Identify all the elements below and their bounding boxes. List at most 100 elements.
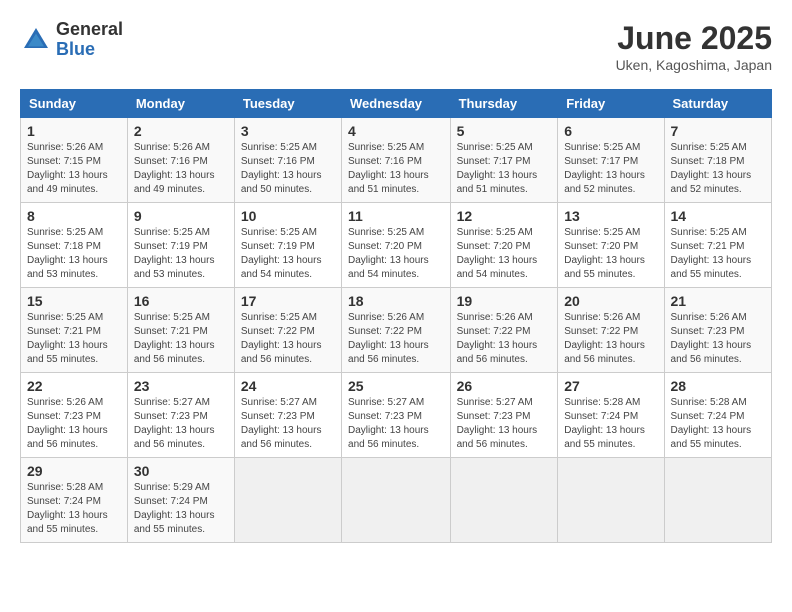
logo-blue-label: Blue xyxy=(56,40,123,60)
table-row: 16 Sunrise: 5:25 AM Sunset: 7:21 PM Dayl… xyxy=(127,288,234,373)
header-monday: Monday xyxy=(127,90,234,118)
day-info: Sunrise: 5:25 AM Sunset: 7:17 PM Dayligh… xyxy=(564,141,657,197)
table-row: 10 Sunrise: 5:25 AM Sunset: 7:19 PM Dayl… xyxy=(234,203,341,288)
day-number: 20 xyxy=(564,293,657,309)
header-saturday: Saturday xyxy=(664,90,771,118)
logo-general-label: General xyxy=(56,20,123,40)
day-info: Sunrise: 5:25 AM Sunset: 7:17 PM Dayligh… xyxy=(457,141,552,197)
day-number: 6 xyxy=(564,123,657,139)
day-info: Sunrise: 5:29 AM Sunset: 7:24 PM Dayligh… xyxy=(134,481,228,537)
table-row: 11 Sunrise: 5:25 AM Sunset: 7:20 PM Dayl… xyxy=(342,203,451,288)
day-info: Sunrise: 5:26 AM Sunset: 7:22 PM Dayligh… xyxy=(564,311,657,367)
day-info: Sunrise: 5:25 AM Sunset: 7:21 PM Dayligh… xyxy=(671,226,765,282)
table-row: 28 Sunrise: 5:28 AM Sunset: 7:24 PM Dayl… xyxy=(664,373,771,458)
table-row xyxy=(558,458,664,543)
day-number: 25 xyxy=(348,378,444,394)
day-number: 23 xyxy=(134,378,228,394)
day-number: 16 xyxy=(134,293,228,309)
table-row: 18 Sunrise: 5:26 AM Sunset: 7:22 PM Dayl… xyxy=(342,288,451,373)
day-info: Sunrise: 5:25 AM Sunset: 7:18 PM Dayligh… xyxy=(671,141,765,197)
day-info: Sunrise: 5:28 AM Sunset: 7:24 PM Dayligh… xyxy=(27,481,121,537)
day-info: Sunrise: 5:25 AM Sunset: 7:16 PM Dayligh… xyxy=(241,141,335,197)
day-number: 27 xyxy=(564,378,657,394)
day-info: Sunrise: 5:26 AM Sunset: 7:23 PM Dayligh… xyxy=(27,396,121,452)
page-header: General Blue June 2025 Uken, Kagoshima, … xyxy=(20,20,772,73)
table-row: 21 Sunrise: 5:26 AM Sunset: 7:23 PM Dayl… xyxy=(664,288,771,373)
day-number: 12 xyxy=(457,208,552,224)
header-friday: Friday xyxy=(558,90,664,118)
day-number: 30 xyxy=(134,463,228,479)
calendar-week-row: 22 Sunrise: 5:26 AM Sunset: 7:23 PM Dayl… xyxy=(21,373,772,458)
table-row: 24 Sunrise: 5:27 AM Sunset: 7:23 PM Dayl… xyxy=(234,373,341,458)
day-info: Sunrise: 5:26 AM Sunset: 7:16 PM Dayligh… xyxy=(134,141,228,197)
table-row: 23 Sunrise: 5:27 AM Sunset: 7:23 PM Dayl… xyxy=(127,373,234,458)
day-number: 7 xyxy=(671,123,765,139)
logo-text: General Blue xyxy=(56,20,123,60)
table-row: 17 Sunrise: 5:25 AM Sunset: 7:22 PM Dayl… xyxy=(234,288,341,373)
day-info: Sunrise: 5:25 AM Sunset: 7:19 PM Dayligh… xyxy=(134,226,228,282)
title-section: June 2025 Uken, Kagoshima, Japan xyxy=(616,20,772,73)
header-tuesday: Tuesday xyxy=(234,90,341,118)
header-sunday: Sunday xyxy=(21,90,128,118)
day-info: Sunrise: 5:25 AM Sunset: 7:21 PM Dayligh… xyxy=(134,311,228,367)
table-row: 26 Sunrise: 5:27 AM Sunset: 7:23 PM Dayl… xyxy=(450,373,558,458)
calendar-header-row: Sunday Monday Tuesday Wednesday Thursday… xyxy=(21,90,772,118)
day-info: Sunrise: 5:27 AM Sunset: 7:23 PM Dayligh… xyxy=(241,396,335,452)
day-info: Sunrise: 5:26 AM Sunset: 7:23 PM Dayligh… xyxy=(671,311,765,367)
table-row: 2 Sunrise: 5:26 AM Sunset: 7:16 PM Dayli… xyxy=(127,118,234,203)
day-number: 10 xyxy=(241,208,335,224)
day-number: 22 xyxy=(27,378,121,394)
table-row: 7 Sunrise: 5:25 AM Sunset: 7:18 PM Dayli… xyxy=(664,118,771,203)
table-row: 6 Sunrise: 5:25 AM Sunset: 7:17 PM Dayli… xyxy=(558,118,664,203)
table-row: 19 Sunrise: 5:26 AM Sunset: 7:22 PM Dayl… xyxy=(450,288,558,373)
day-number: 4 xyxy=(348,123,444,139)
day-number: 3 xyxy=(241,123,335,139)
header-thursday: Thursday xyxy=(450,90,558,118)
table-row: 20 Sunrise: 5:26 AM Sunset: 7:22 PM Dayl… xyxy=(558,288,664,373)
location: Uken, Kagoshima, Japan xyxy=(616,57,772,73)
table-row: 27 Sunrise: 5:28 AM Sunset: 7:24 PM Dayl… xyxy=(558,373,664,458)
table-row: 5 Sunrise: 5:25 AM Sunset: 7:17 PM Dayli… xyxy=(450,118,558,203)
day-info: Sunrise: 5:25 AM Sunset: 7:20 PM Dayligh… xyxy=(457,226,552,282)
calendar-week-row: 29 Sunrise: 5:28 AM Sunset: 7:24 PM Dayl… xyxy=(21,458,772,543)
day-number: 9 xyxy=(134,208,228,224)
table-row: 9 Sunrise: 5:25 AM Sunset: 7:19 PM Dayli… xyxy=(127,203,234,288)
day-info: Sunrise: 5:28 AM Sunset: 7:24 PM Dayligh… xyxy=(564,396,657,452)
calendar-week-row: 1 Sunrise: 5:26 AM Sunset: 7:15 PM Dayli… xyxy=(21,118,772,203)
day-number: 14 xyxy=(671,208,765,224)
day-info: Sunrise: 5:25 AM Sunset: 7:19 PM Dayligh… xyxy=(241,226,335,282)
day-number: 18 xyxy=(348,293,444,309)
day-number: 19 xyxy=(457,293,552,309)
calendar-week-row: 8 Sunrise: 5:25 AM Sunset: 7:18 PM Dayli… xyxy=(21,203,772,288)
table-row: 29 Sunrise: 5:28 AM Sunset: 7:24 PM Dayl… xyxy=(21,458,128,543)
day-number: 17 xyxy=(241,293,335,309)
table-row: 22 Sunrise: 5:26 AM Sunset: 7:23 PM Dayl… xyxy=(21,373,128,458)
day-number: 1 xyxy=(27,123,121,139)
day-info: Sunrise: 5:25 AM Sunset: 7:20 PM Dayligh… xyxy=(564,226,657,282)
day-info: Sunrise: 5:25 AM Sunset: 7:20 PM Dayligh… xyxy=(348,226,444,282)
table-row xyxy=(342,458,451,543)
calendar-table: Sunday Monday Tuesday Wednesday Thursday… xyxy=(20,89,772,543)
table-row: 25 Sunrise: 5:27 AM Sunset: 7:23 PM Dayl… xyxy=(342,373,451,458)
table-row: 14 Sunrise: 5:25 AM Sunset: 7:21 PM Dayl… xyxy=(664,203,771,288)
day-number: 28 xyxy=(671,378,765,394)
day-info: Sunrise: 5:26 AM Sunset: 7:15 PM Dayligh… xyxy=(27,141,121,197)
table-row: 3 Sunrise: 5:25 AM Sunset: 7:16 PM Dayli… xyxy=(234,118,341,203)
day-number: 5 xyxy=(457,123,552,139)
table-row: 15 Sunrise: 5:25 AM Sunset: 7:21 PM Dayl… xyxy=(21,288,128,373)
table-row xyxy=(664,458,771,543)
header-wednesday: Wednesday xyxy=(342,90,451,118)
day-number: 13 xyxy=(564,208,657,224)
day-info: Sunrise: 5:26 AM Sunset: 7:22 PM Dayligh… xyxy=(348,311,444,367)
day-number: 15 xyxy=(27,293,121,309)
table-row xyxy=(450,458,558,543)
day-number: 8 xyxy=(27,208,121,224)
table-row: 30 Sunrise: 5:29 AM Sunset: 7:24 PM Dayl… xyxy=(127,458,234,543)
table-row: 8 Sunrise: 5:25 AM Sunset: 7:18 PM Dayli… xyxy=(21,203,128,288)
day-info: Sunrise: 5:27 AM Sunset: 7:23 PM Dayligh… xyxy=(457,396,552,452)
logo-icon xyxy=(20,24,52,56)
day-info: Sunrise: 5:25 AM Sunset: 7:18 PM Dayligh… xyxy=(27,226,121,282)
logo: General Blue xyxy=(20,20,123,60)
table-row xyxy=(234,458,341,543)
day-number: 24 xyxy=(241,378,335,394)
